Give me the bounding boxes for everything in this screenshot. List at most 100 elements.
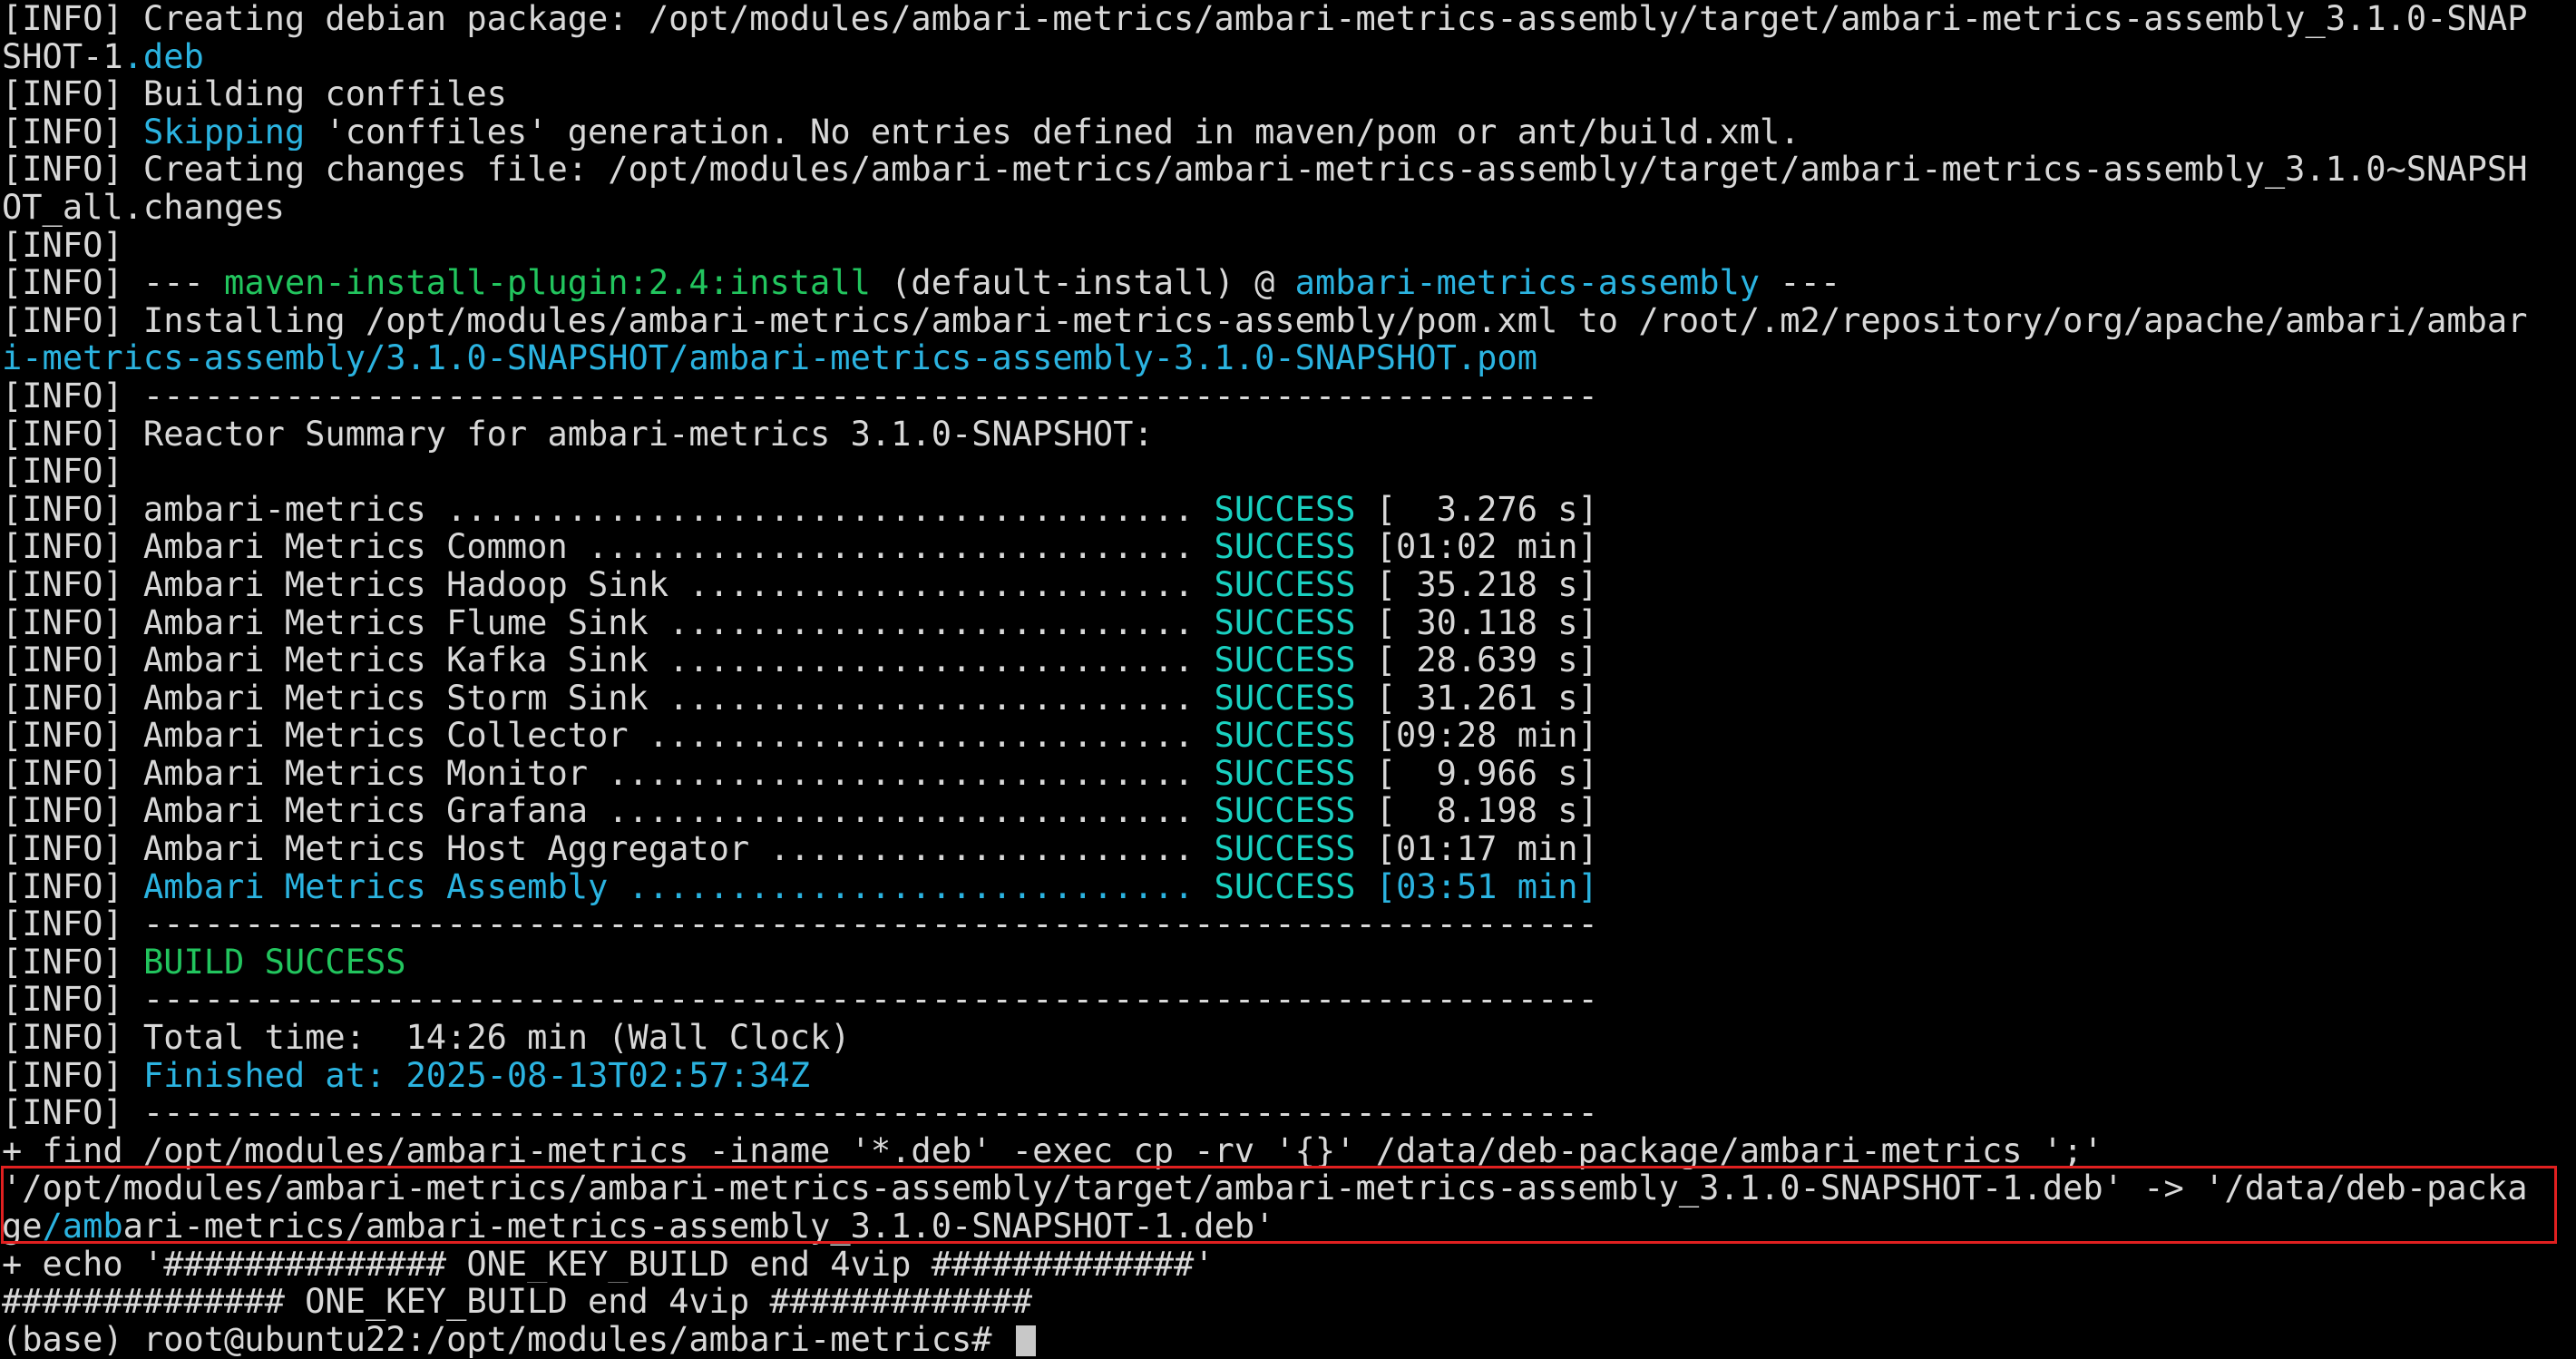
terminal-line: [INFO] Ambari Metrics Hadoop Sink ......… xyxy=(2,566,2576,604)
terminal-text: [INFO] Ambari Metrics Flume Sink .......… xyxy=(2,603,1215,642)
terminal-line: [INFO] ---------------------------------… xyxy=(2,1094,2576,1132)
terminal-window[interactable]: [INFO] Creating debian package: /opt/mod… xyxy=(0,0,2576,1359)
terminal-text: [INFO] ---------------------------------… xyxy=(2,1094,1598,1132)
terminal-line: [INFO] Ambari Metrics Kafka Sink .......… xyxy=(2,641,2576,680)
terminal-text: + echo '############## ONE_KEY_BUILD end… xyxy=(2,1245,1215,1284)
terminal-text: maven-install-plugin:2.4:install xyxy=(224,264,871,302)
terminal-text: SUCCESS xyxy=(1214,490,1356,529)
terminal-text: SUCCESS xyxy=(1214,565,1356,604)
terminal-text: [ 35.218 s] xyxy=(1355,565,1598,604)
terminal-text: SUCCESS xyxy=(1214,679,1356,718)
terminal-line: [INFO] Ambari Metrics Flume Sink .......… xyxy=(2,604,2576,642)
terminal-text: [INFO] xyxy=(2,226,123,265)
terminal-line: [INFO] --- maven-install-plugin:2.4:inst… xyxy=(2,264,2576,302)
terminal-text: Finished at: 2025-08-13T02:57:34Z xyxy=(142,1056,811,1095)
terminal-text: [INFO] xyxy=(2,112,143,152)
terminal-line: i-metrics-assembly/3.1.0-SNAPSHOT/ambari… xyxy=(2,339,2576,377)
terminal-line: [INFO] Ambari Metrics Monitor ..........… xyxy=(2,755,2576,793)
terminal-line: [INFO] Ambari Metrics Storm Sink .......… xyxy=(2,680,2576,718)
terminal-line: [INFO] Ambari Metrics Collector ........… xyxy=(2,717,2576,755)
terminal-text: BUILD SUCCESS xyxy=(142,943,406,982)
terminal-text: SUCCESS xyxy=(1214,830,1356,868)
terminal-text: [01:02 min] xyxy=(1355,528,1598,566)
terminal-text: /amb xyxy=(42,1207,123,1246)
terminal-text: [ 3.276 s] xyxy=(1355,490,1598,529)
terminal-line: [INFO] BUILD SUCCESS xyxy=(2,943,2576,982)
terminal-text: [ 30.118 s] xyxy=(1355,603,1598,642)
terminal-text: ari-metrics/ambari-metrics-assembly_3.1.… xyxy=(122,1207,1275,1246)
terminal-text: [INFO] ---------------------------------… xyxy=(2,981,1598,1020)
terminal-text: [INFO] Ambari Metrics Grafana ..........… xyxy=(2,792,1215,831)
terminal-text: [INFO] Installing /opt/modules/ambari-me… xyxy=(2,301,2528,340)
terminal-text: 'conffiles' generation. No entries defin… xyxy=(305,112,1800,152)
terminal-line: [INFO] Ambari Metrics Common ...........… xyxy=(2,528,2576,566)
text-cursor xyxy=(1015,1325,1036,1356)
terminal-text: [INFO] --- xyxy=(2,264,225,302)
terminal-text: [INFO] ---------------------------------… xyxy=(2,376,1598,416)
terminal-line: [INFO] ---------------------------------… xyxy=(2,377,2576,416)
terminal-line: [INFO] Creating debian package: /opt/mod… xyxy=(2,0,2576,38)
terminal-text: [INFO] Creating debian package: /opt/mod… xyxy=(2,0,2528,38)
terminal-line: + find /opt/modules/ambari-metrics -inam… xyxy=(2,1132,2576,1170)
terminal-line: [INFO] Reactor Summary for ambari-metric… xyxy=(2,416,2576,454)
terminal-text: [01:17 min] xyxy=(1355,830,1598,868)
terminal-line: [INFO] ---------------------------------… xyxy=(2,905,2576,943)
terminal-text: [INFO] xyxy=(2,943,143,982)
terminal-line: ge/ambari-metrics/ambari-metrics-assembl… xyxy=(2,1207,2576,1246)
terminal-text: [INFO] Ambari Metrics Host Aggregator ..… xyxy=(2,830,1215,868)
terminal-line: '/opt/modules/ambari-metrics/ambari-metr… xyxy=(2,1169,2576,1207)
terminal-line: [INFO] Total time: 14:26 min (Wall Clock… xyxy=(2,1019,2576,1057)
terminal-text: OT_all.changes xyxy=(2,188,285,227)
terminal-text: SUCCESS xyxy=(1214,641,1356,680)
terminal-text: [ 9.966 s] xyxy=(1355,754,1598,793)
terminal-text: i-metrics-assembly/3.1.0-SNAPSHOT/ambari… xyxy=(2,339,1537,377)
terminal-line: [INFO] Ambari Metrics Grafana ..........… xyxy=(2,792,2576,830)
terminal-text: [ 8.198 s] xyxy=(1355,792,1598,831)
terminal-text: [INFO] xyxy=(2,1056,143,1095)
terminal-text: Skipping xyxy=(142,112,306,152)
terminal-text: ############## ONE_KEY_BUILD end 4vip ##… xyxy=(2,1283,1033,1321)
terminal-line: [INFO] Finished at: 2025-08-13T02:57:34Z xyxy=(2,1057,2576,1095)
terminal-text: SUCCESS xyxy=(1214,867,1356,906)
terminal-text: + find /opt/modules/ambari-metrics -inam… xyxy=(2,1131,2103,1170)
terminal-text: [INFO] Ambari Metrics Hadoop Sink ......… xyxy=(2,565,1215,604)
terminal-line: [INFO] Creating changes file: /opt/modul… xyxy=(2,151,2576,189)
terminal-line: [INFO] ambari-metrics ..................… xyxy=(2,491,2576,529)
terminal-text: SUCCESS xyxy=(1214,603,1356,642)
terminal-text: [INFO] ambari-metrics ..................… xyxy=(2,490,1215,529)
terminal-text: ge xyxy=(2,1207,43,1246)
terminal-line: [INFO] xyxy=(2,453,2576,491)
terminal-line: [INFO] xyxy=(2,227,2576,265)
terminal-text: [INFO] Ambari Metrics Collector ........… xyxy=(2,717,1215,755)
terminal-line: SHOT-1.deb xyxy=(2,38,2576,76)
terminal-line: [INFO] Ambari Metrics Assembly .........… xyxy=(2,868,2576,906)
terminal-text: --- xyxy=(1760,264,1841,302)
terminal-text: '/opt/modules/ambari-metrics/ambari-metr… xyxy=(2,1169,2528,1207)
terminal-text: [INFO] xyxy=(2,453,123,491)
terminal-text: SHOT-1 xyxy=(2,37,123,76)
terminal-text: [INFO] Creating changes file: /opt/modul… xyxy=(2,151,2528,189)
terminal-text: [INFO] xyxy=(2,867,143,906)
terminal-line: [INFO] Skipping 'conffiles' generation. … xyxy=(2,113,2576,152)
terminal-text: [ 28.639 s] xyxy=(1355,641,1598,680)
terminal-text: [INFO] ---------------------------------… xyxy=(2,905,1598,943)
terminal-text: SUCCESS xyxy=(1214,717,1356,755)
terminal-line: [INFO] ---------------------------------… xyxy=(2,981,2576,1019)
terminal-text: SUCCESS xyxy=(1214,528,1356,566)
terminal-line: [INFO] Installing /opt/modules/ambari-me… xyxy=(2,302,2576,340)
terminal-text: (base) root@ubuntu22:/opt/modules/ambari… xyxy=(2,1320,1012,1359)
terminal-line: OT_all.changes xyxy=(2,189,2576,227)
terminal-text: [09:28 min] xyxy=(1355,717,1598,755)
terminal-line: + echo '############## ONE_KEY_BUILD end… xyxy=(2,1246,2576,1284)
terminal-text: .deb xyxy=(122,37,204,76)
terminal-text: [INFO] Ambari Metrics Kafka Sink .......… xyxy=(2,641,1215,680)
terminal-text: Ambari Metrics Assembly ................… xyxy=(142,867,1195,906)
terminal-line: (base) root@ubuntu22:/opt/modules/ambari… xyxy=(2,1321,2576,1359)
terminal-line: [INFO] Ambari Metrics Host Aggregator ..… xyxy=(2,830,2576,868)
terminal-text: [INFO] Reactor Summary for ambari-metric… xyxy=(2,415,1154,454)
terminal-text: [INFO] Building conffiles xyxy=(2,75,507,113)
terminal-text: SUCCESS xyxy=(1214,754,1356,793)
terminal-text: [INFO] Total time: 14:26 min (Wall Clock… xyxy=(2,1019,851,1057)
terminal-line: ############## ONE_KEY_BUILD end 4vip ##… xyxy=(2,1283,2576,1321)
